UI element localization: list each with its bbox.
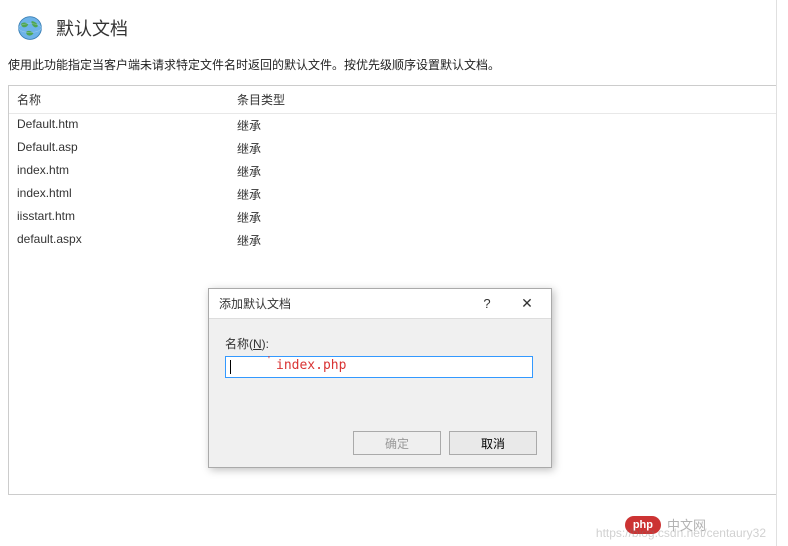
dialog-title: 添加默认文档: [219, 295, 467, 312]
column-header-type[interactable]: 条目类型: [229, 86, 349, 113]
page-description: 使用此功能指定当客户端未请求特定文件名时返回的默认文件。按优先级顺序设置默认文档…: [8, 52, 779, 85]
text-caret: [230, 360, 231, 374]
table-row[interactable]: Default.asp 继承: [9, 137, 778, 160]
globe-icon: [16, 14, 44, 42]
help-button[interactable]: ?: [467, 290, 507, 318]
name-input[interactable]: ' index.php: [225, 356, 533, 378]
ok-button[interactable]: 确定: [353, 431, 441, 455]
page-title: 默认文档: [56, 15, 128, 41]
table-row[interactable]: index.html 继承: [9, 183, 778, 206]
annotation-hint: index.php: [276, 358, 346, 373]
table-row[interactable]: iisstart.htm 继承: [9, 206, 778, 229]
add-default-document-dialog: 添加默认文档 ? ✕ 名称(N): ' index.php 确定 取消: [208, 288, 552, 468]
annotation-tick: ': [268, 355, 270, 366]
table-header: 名称 条目类型: [9, 86, 778, 114]
table-row[interactable]: Default.htm 继承: [9, 114, 778, 137]
side-strip: [776, 0, 788, 546]
page-header: 默认文档: [8, 8, 779, 52]
close-button[interactable]: ✕: [507, 290, 547, 318]
table-row[interactable]: default.aspx 继承: [9, 229, 778, 252]
column-header-name[interactable]: 名称: [9, 86, 229, 113]
table-row[interactable]: index.htm 继承: [9, 160, 778, 183]
table-body: Default.htm 继承 Default.asp 继承 index.htm …: [9, 114, 778, 252]
name-field-label: 名称(N):: [225, 335, 535, 352]
dialog-buttons: 确定 取消: [353, 431, 537, 455]
dialog-titlebar[interactable]: 添加默认文档 ? ✕: [209, 289, 551, 319]
cancel-button[interactable]: 取消: [449, 431, 537, 455]
dialog-body: 名称(N): ' index.php: [209, 319, 551, 386]
